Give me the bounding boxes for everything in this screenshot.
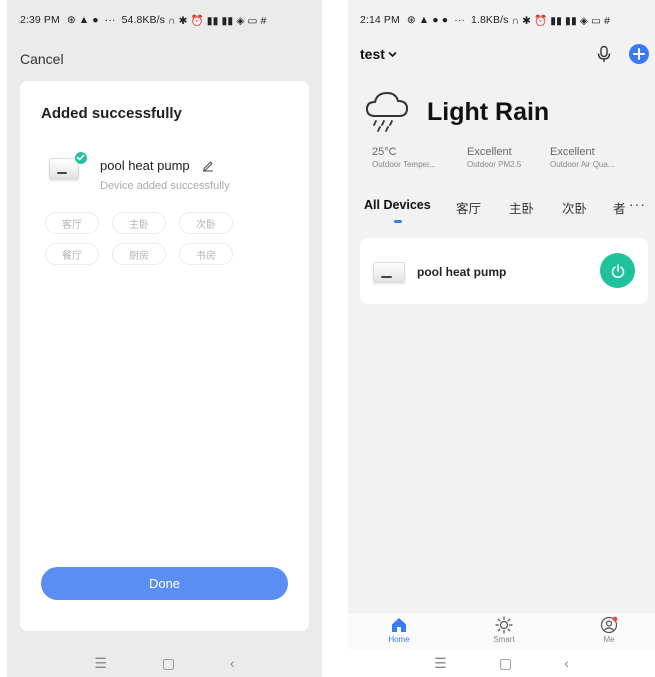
add-device-icon[interactable]	[629, 44, 649, 64]
tab-room[interactable]: 客厅	[456, 198, 481, 217]
status-icons: ⊛ ▲ ● ● ···	[403, 14, 472, 26]
success-card: Added successfully pool heat pump Device…	[20, 81, 309, 631]
tab-home-label: Home	[388, 635, 410, 644]
added-success-screen: 2:39 PM ⊛ ▲ ● ··· 54.8KB/s ∩ ✱ ⏰ ▮▮ ▮▮ ◈…	[7, 0, 322, 677]
device-name: pool heat pump	[417, 265, 507, 279]
pm25-label: Outdoor PM2.5	[467, 160, 522, 169]
air-quality-label: Outdoor Air Qua...	[550, 160, 615, 169]
temperature-value: 25°C	[372, 146, 397, 158]
menu-icon[interactable]: ☰	[434, 655, 447, 672]
room-tag[interactable]: 厨房	[112, 243, 166, 265]
status-bar: 2:39 PM ⊛ ▲ ● ··· 54.8KB/s ∩ ✱ ⏰ ▮▮ ▮▮ ◈…	[7, 0, 322, 40]
tab-room[interactable]: 次卧	[562, 198, 587, 217]
status-system-icons: ∩ ✱ ⏰ ▮▮ ▮▮ ◈ ▭ #	[164, 14, 267, 27]
done-button[interactable]: Done	[41, 567, 288, 600]
status-time: 2:39 PM	[20, 14, 60, 26]
bottom-tab-bar: Home Smart Me	[348, 612, 655, 649]
menu-icon[interactable]: ☰	[94, 655, 107, 672]
back-icon[interactable]: ‹	[564, 655, 569, 671]
device-card[interactable]: pool heat pump	[360, 238, 648, 304]
room-tag[interactable]: 书房	[179, 243, 233, 265]
tab-all-devices[interactable]: All Devices	[364, 198, 431, 212]
profile-icon	[600, 616, 618, 634]
microphone-icon[interactable]	[596, 45, 612, 63]
tab-room[interactable]: 者	[613, 198, 626, 217]
tab-smart[interactable]: Smart	[474, 616, 534, 644]
power-icon	[611, 263, 624, 278]
device-status-text: Device added successfully	[100, 180, 230, 192]
weather-condition: Light Rain	[427, 98, 550, 126]
check-icon	[74, 151, 88, 165]
cancel-button[interactable]: Cancel	[20, 51, 64, 67]
edit-icon[interactable]	[201, 158, 215, 172]
tab-me-label: Me	[603, 635, 615, 644]
rain-cloud-icon	[366, 92, 408, 132]
temperature-label: Outdoor Temper...	[372, 160, 436, 169]
active-tab-indicator	[394, 220, 402, 223]
back-icon[interactable]: ‹	[230, 655, 235, 671]
room-tag[interactable]: 主卧	[112, 212, 166, 234]
status-net-speed: 1.8KB/s	[471, 14, 509, 26]
status-bar: 2:14 PM ⊛ ▲ ● ● ··· 1.8KB/s ∩ ✱ ⏰ ▮▮ ▮▮ …	[348, 0, 655, 40]
home-selector[interactable]: test	[360, 46, 397, 62]
system-nav-bar: ☰ ▢ ‹	[7, 649, 322, 677]
pm25-value: Excellent	[467, 146, 512, 158]
status-net-speed: 54.8KB/s	[121, 14, 165, 26]
room-tag[interactable]: 客厅	[45, 212, 99, 234]
home-square-icon[interactable]: ▢	[499, 655, 512, 672]
tab-smart-label: Smart	[493, 635, 515, 644]
card-title: Added successfully	[41, 105, 182, 122]
room-tabs: All Devices 客厅 主卧 次卧 者 ···	[364, 196, 654, 224]
air-quality-value: Excellent	[550, 146, 595, 158]
home-screen: 2:14 PM ⊛ ▲ ● ● ··· 1.8KB/s ∩ ✱ ⏰ ▮▮ ▮▮ …	[348, 0, 655, 677]
device-name: pool heat pump	[100, 158, 190, 173]
home-icon	[392, 618, 406, 632]
tab-room[interactable]: 主卧	[509, 198, 534, 217]
home-name: test	[360, 46, 385, 62]
power-button[interactable]	[600, 253, 635, 288]
status-icons: ⊛ ▲ ● ···	[63, 14, 122, 26]
device-image	[373, 262, 405, 282]
sun-icon	[495, 616, 513, 634]
status-system-icons: ∩ ✱ ⏰ ▮▮ ▮▮ ◈ ▭ #	[508, 14, 611, 27]
room-tag[interactable]: 次卧	[179, 212, 233, 234]
chevron-down-icon	[388, 51, 397, 57]
tab-me[interactable]: Me	[579, 616, 639, 644]
system-nav-bar: ☰ ▢ ‹	[348, 649, 655, 677]
more-icon[interactable]: ···	[629, 196, 646, 212]
status-time: 2:14 PM	[360, 14, 400, 26]
home-square-icon[interactable]: ▢	[162, 655, 175, 672]
tab-home[interactable]: Home	[369, 616, 429, 644]
room-tag[interactable]: 餐厅	[45, 243, 99, 265]
